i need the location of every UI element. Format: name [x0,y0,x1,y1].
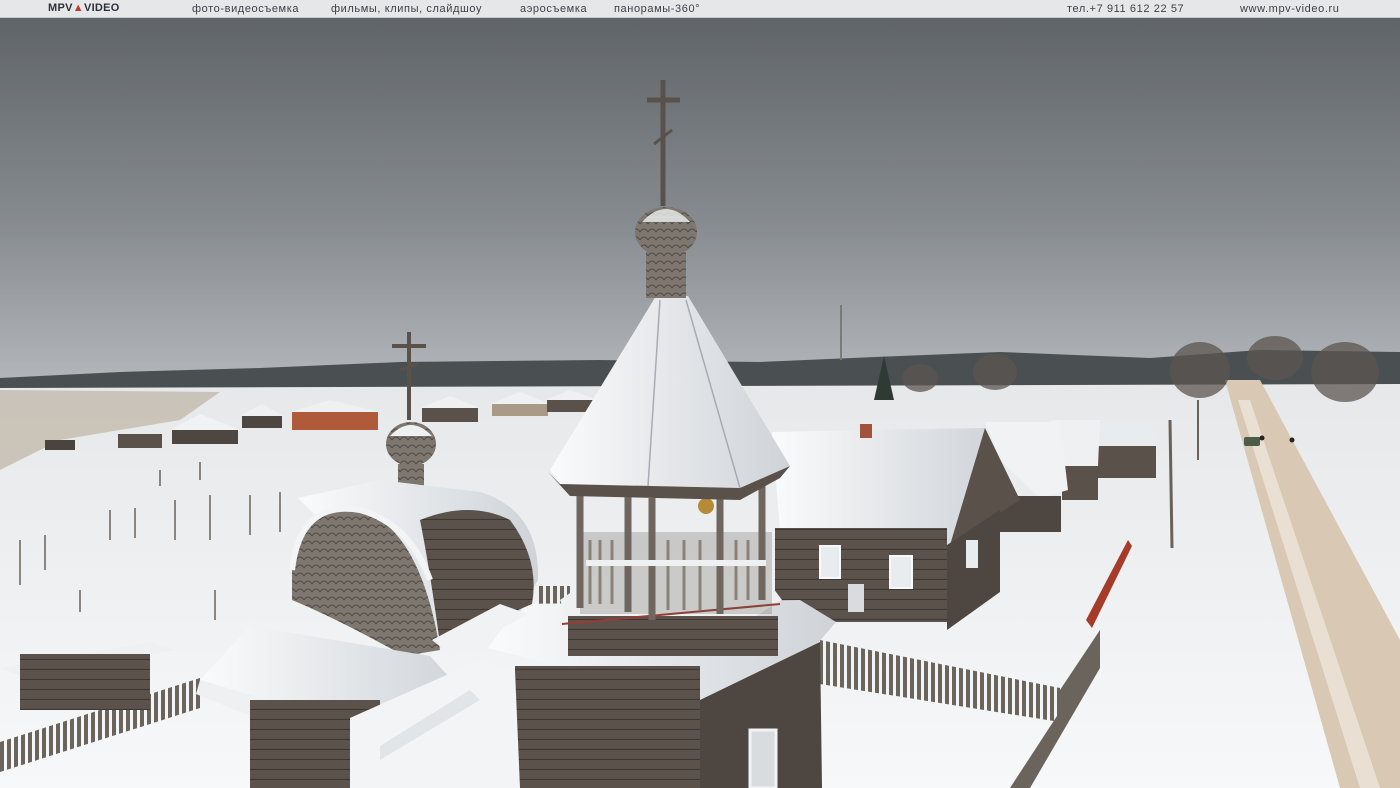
menu-item-photo-video[interactable]: фото-видеосъемка [192,3,299,15]
top-banner: MPV▲VIDEO фото-видеосъемка фильмы, клипы… [0,0,1400,18]
menu-item-films[interactable]: фильмы, клипы, слайдшоу [331,3,482,15]
menu-item-aerial[interactable]: аэросъемка [520,3,587,15]
logo-text-right: VIDEO [83,2,120,14]
website-link[interactable]: www.mpv-video.ru [1240,3,1339,15]
bell [698,498,714,514]
log-house [772,424,1020,630]
phone-number[interactable]: тел.+7 911 612 22 57 [1067,3,1184,15]
car [1244,437,1260,446]
aerial-photo [0,18,1400,788]
menu-item-panoramas[interactable]: панорамы-360° [614,3,700,15]
brand-logo[interactable]: MPV▲VIDEO [48,2,120,14]
logo-text-left: MPV [48,2,73,14]
logo-mark: ▲ [72,2,84,14]
